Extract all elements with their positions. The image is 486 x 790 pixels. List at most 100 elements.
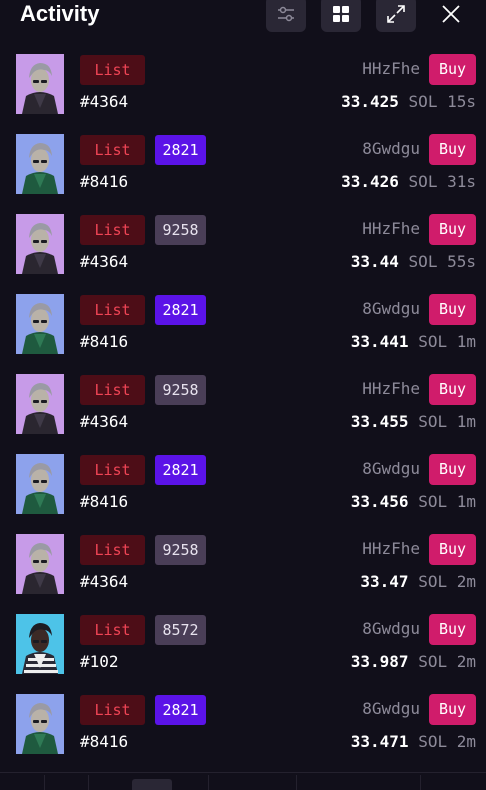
buy-button[interactable]: Buy	[429, 134, 476, 165]
activity-row[interactable]: List #4364 HHzFhe Buy 33.425 SOL 15s	[0, 54, 486, 134]
activity-row[interactable]: List 2821 #8416 8Gwdgu Buy 33.456 SOL 1m	[0, 454, 486, 534]
seller-address[interactable]: HHzFhe	[362, 219, 420, 239]
buy-button[interactable]: Buy	[429, 534, 476, 565]
buy-button[interactable]: Buy	[429, 294, 476, 325]
close-icon	[442, 5, 460, 23]
nft-avatar[interactable]	[16, 454, 64, 514]
price-unit: SOL	[408, 172, 438, 191]
time-ago: 1m	[456, 492, 476, 511]
price-unit: SOL	[418, 572, 448, 591]
time-ago: 2m	[456, 652, 476, 671]
grid-view-button[interactable]	[321, 0, 361, 32]
nft-avatar[interactable]	[16, 374, 64, 434]
buy-button[interactable]: Buy	[429, 694, 476, 725]
activity-type-badge: List	[80, 615, 145, 645]
price-value: 33.455	[350, 412, 409, 431]
price-line: 33.455 SOL 1m	[351, 412, 476, 432]
nft-avatar[interactable]	[16, 214, 64, 274]
rank-badge: 2821	[155, 135, 206, 165]
rank-badge: 9258	[155, 535, 206, 565]
time-ago: 2m	[456, 572, 476, 591]
price-value: 33.426	[341, 172, 399, 191]
rank-badge: 9258	[155, 375, 206, 405]
activity-type-badge: List	[80, 695, 145, 725]
buy-button[interactable]: Buy	[429, 54, 476, 85]
seller-address[interactable]: HHzFhe	[362, 59, 420, 79]
seller-address[interactable]: 8Gwdgu	[362, 619, 420, 639]
seller-address[interactable]: HHzFhe	[362, 539, 420, 559]
time-ago: 2m	[456, 732, 476, 751]
activity-row[interactable]: List 9258 #4364 HHzFhe Buy 33.44 SOL 55s	[0, 214, 486, 294]
token-id: #4364	[80, 252, 129, 271]
price-line: 33.44 SOL 55s	[351, 252, 476, 272]
price-unit: SOL	[418, 732, 448, 751]
price-unit: SOL	[408, 252, 438, 271]
token-id: #8416	[80, 732, 129, 751]
token-id: #4364	[80, 412, 129, 431]
nft-avatar[interactable]	[16, 614, 64, 674]
buy-button[interactable]: Buy	[429, 214, 476, 245]
nft-avatar[interactable]	[16, 134, 64, 194]
activity-row[interactable]: List 2821 #8416 8Gwdgu Buy 33.441 SOL 1m	[0, 294, 486, 374]
panel-title: Activity	[20, 1, 100, 26]
price-value: 33.425	[341, 92, 399, 111]
activity-type-badge: List	[80, 55, 145, 85]
price-value: 33.456	[350, 492, 409, 511]
activity-list: List #4364 HHzFhe Buy 33.425 SOL 15s List 2821…	[0, 54, 486, 774]
activity-type-badge: List	[80, 135, 145, 165]
filter-button[interactable]	[266, 0, 306, 32]
price-value: 33.47	[360, 572, 409, 591]
nft-avatar[interactable]	[16, 54, 64, 114]
price-line: 33.47 SOL 2m	[360, 572, 476, 592]
price-value: 33.441	[350, 332, 409, 351]
token-id: #102	[80, 652, 119, 671]
time-ago: 1m	[456, 332, 476, 351]
activity-row[interactable]: List 8572 #102 8Gwdgu Buy 33.987 SOL 2m	[0, 614, 486, 694]
activity-type-badge: List	[80, 375, 145, 405]
buy-button[interactable]: Buy	[429, 374, 476, 405]
seller-address[interactable]: 8Gwdgu	[362, 139, 420, 159]
time-ago: 31s	[447, 172, 476, 191]
nft-avatar[interactable]	[16, 534, 64, 594]
activity-row[interactable]: List 2821 #8416 8Gwdgu Buy 33.426 SOL 31s	[0, 134, 486, 214]
price-unit: SOL	[408, 92, 438, 111]
nft-avatar[interactable]	[16, 694, 64, 754]
price-line: 33.456 SOL 1m	[351, 492, 476, 512]
token-id: #4364	[80, 92, 129, 111]
expand-button[interactable]	[376, 0, 416, 32]
rank-badge: 8572	[155, 615, 206, 645]
activity-type-badge: List	[80, 295, 145, 325]
rank-badge: 9258	[155, 215, 206, 245]
seller-address[interactable]: 8Gwdgu	[362, 299, 420, 319]
filter-icon	[278, 6, 294, 22]
buy-button[interactable]: Buy	[429, 614, 476, 645]
seller-address[interactable]: HHzFhe	[362, 379, 420, 399]
activity-row[interactable]: List 9258 #4364 HHzFhe Buy 33.455 SOL 1m	[0, 374, 486, 454]
activity-row[interactable]: List 2821 #8416 8Gwdgu Buy 33.471 SOL 2m	[0, 694, 486, 774]
price-line: 33.987 SOL 2m	[351, 652, 476, 672]
activity-header: Activity	[0, 0, 486, 32]
price-unit: SOL	[418, 332, 448, 351]
price-value: 33.471	[350, 732, 409, 751]
time-ago: 55s	[447, 252, 476, 271]
seller-address[interactable]: 8Gwdgu	[362, 699, 420, 719]
bottom-tab-active[interactable]	[132, 779, 172, 790]
price-unit: SOL	[418, 492, 448, 511]
time-ago: 15s	[447, 92, 476, 111]
activity-type-badge: List	[80, 215, 145, 245]
activity-row[interactable]: List 9258 #4364 HHzFhe Buy 33.47 SOL 2m	[0, 534, 486, 614]
activity-type-badge: List	[80, 535, 145, 565]
nft-avatar[interactable]	[16, 294, 64, 354]
buy-button[interactable]: Buy	[429, 454, 476, 485]
token-id: #4364	[80, 572, 129, 591]
token-id: #8416	[80, 332, 129, 351]
rank-badge: 2821	[155, 295, 206, 325]
rank-badge: 2821	[155, 455, 206, 485]
time-ago: 1m	[456, 412, 476, 431]
price-unit: SOL	[418, 652, 448, 671]
seller-address[interactable]: 8Gwdgu	[362, 459, 420, 479]
token-id: #8416	[80, 172, 129, 191]
activity-type-badge: List	[80, 455, 145, 485]
close-button[interactable]	[431, 0, 471, 32]
token-id: #8416	[80, 492, 129, 511]
